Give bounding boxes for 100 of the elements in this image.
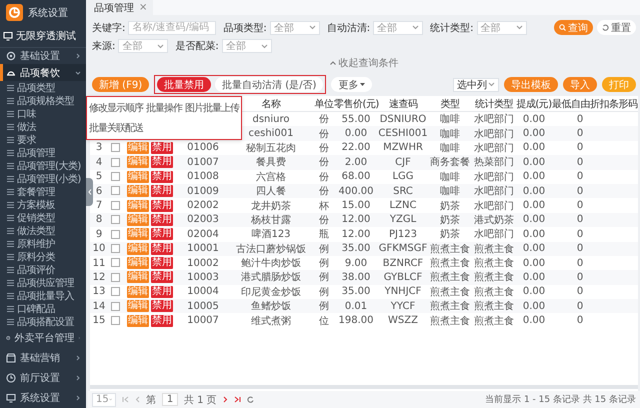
disable-button[interactable]: 禁用 xyxy=(151,300,173,312)
first-page-icon[interactable] xyxy=(122,396,129,403)
disable-button[interactable]: 禁用 xyxy=(151,170,173,183)
disable-button[interactable]: 禁用 xyxy=(151,242,173,255)
sidebar-subitem[interactable]: 品项类型 xyxy=(0,81,86,94)
reset-button[interactable]: 重置 xyxy=(597,20,636,35)
row-checkbox[interactable] xyxy=(110,316,120,325)
column-select[interactable]: 选中列 xyxy=(453,78,499,92)
toolbar-button[interactable]: 导出模板 xyxy=(504,77,558,92)
previous-page-icon[interactable] xyxy=(135,396,140,403)
row-checkbox[interactable] xyxy=(110,258,120,268)
row-checkbox[interactable] xyxy=(110,143,120,152)
disable-button[interactable]: 禁用 xyxy=(151,142,173,154)
disable-button[interactable]: 禁用 xyxy=(151,314,173,327)
disable-button[interactable]: 禁用 xyxy=(151,156,173,168)
disable-button[interactable]: 禁用 xyxy=(151,185,173,198)
filter-select[interactable]: 全部 xyxy=(222,39,272,53)
sidebar-subitem[interactable]: 口碑配品 xyxy=(0,302,86,315)
row-checkbox[interactable] xyxy=(110,302,120,311)
sidebar-subitem[interactable]: 做法 xyxy=(0,120,86,133)
page-tab[interactable]: 品项管理 × xyxy=(88,0,154,15)
collapse-link[interactable]: 收起查询条件 xyxy=(330,55,398,73)
toolbar-button[interactable]: 导入 xyxy=(563,77,597,92)
store-name: 无限穿透测试 xyxy=(16,30,76,44)
sidebar-subitem[interactable]: 品项管理 xyxy=(0,146,86,159)
row-checkbox[interactable] xyxy=(110,172,120,182)
sidebar-subitem[interactable]: 品项搭配设置 xyxy=(0,315,86,328)
sidebar-subitem[interactable]: 促销类型 xyxy=(0,211,86,224)
row-checkbox[interactable] xyxy=(110,186,120,196)
list-icon xyxy=(7,228,14,234)
sidebar-subitem[interactable]: 要求 xyxy=(0,133,86,146)
sidebar-item[interactable]: 品项餐饮 xyxy=(0,64,86,81)
menu-item[interactable]: 图片批量上传 xyxy=(185,101,239,115)
edit-button[interactable]: 编辑 xyxy=(127,228,149,240)
table-cell: 0.00 xyxy=(522,286,546,298)
sidebar-subitem[interactable]: 原料分类 xyxy=(0,250,86,263)
sidebar-subitem[interactable]: 品项供应管理 xyxy=(0,276,86,289)
refresh-icon[interactable] xyxy=(246,396,254,403)
disable-button[interactable]: 禁用 xyxy=(151,214,173,226)
sidebar-subitem[interactable]: 品项管理(小类) xyxy=(0,172,86,185)
last-page-icon[interactable] xyxy=(234,396,241,403)
menu-item[interactable]: 修改显示顺序 xyxy=(89,101,143,115)
disable-button[interactable]: 禁用 xyxy=(151,257,173,270)
menu-item[interactable]: 批量关联配送 xyxy=(89,121,143,135)
row-checkbox[interactable] xyxy=(110,215,120,224)
keyword-field[interactable]: 名称/速查码/编码 xyxy=(128,20,216,34)
sidebar-subitem[interactable]: 做法类型 xyxy=(0,224,86,237)
sidebar-subitem[interactable]: 品项评价 xyxy=(0,263,86,276)
disable-button[interactable]: 禁用 xyxy=(151,228,173,240)
batch-disable-button[interactable]: 批量禁用 xyxy=(157,77,212,92)
sidebar-subitem[interactable]: 原料维护 xyxy=(0,237,86,250)
sidebar-subitem[interactable]: 套餐管理 xyxy=(0,185,86,198)
sidebar-subitem[interactable]: 口味 xyxy=(0,107,86,120)
page-size-select[interactable]: 15 xyxy=(92,392,116,406)
menu-item[interactable]: 批量操作 xyxy=(146,101,182,115)
sidebar-item[interactable]: 基础设置 xyxy=(0,48,86,64)
sidebar-item[interactable]: 外卖平台管理 xyxy=(0,328,86,348)
edit-button[interactable]: 编辑 xyxy=(127,214,149,226)
edit-button[interactable]: 编辑 xyxy=(127,286,149,298)
page-field[interactable]: 1 xyxy=(162,393,178,406)
sidebar-item[interactable]: 前厅设置 xyxy=(0,368,86,388)
search-button[interactable]: 查询 xyxy=(554,20,593,35)
filter-select[interactable]: 全部 xyxy=(476,20,526,34)
edit-button[interactable]: 编辑 xyxy=(127,170,149,183)
disable-button[interactable]: 禁用 xyxy=(151,200,173,212)
edit-button[interactable]: 编辑 xyxy=(127,200,149,212)
caret-icon xyxy=(488,82,495,87)
sidebar-item[interactable]: 基础营销 xyxy=(0,348,86,368)
disable-button[interactable]: 禁用 xyxy=(151,286,173,298)
edit-button[interactable]: 编辑 xyxy=(127,242,149,255)
sidebar-subitem[interactable]: 方案模板 xyxy=(0,198,86,211)
sidebar-item[interactable]: 系统设置 xyxy=(0,388,86,408)
row-checkbox[interactable] xyxy=(110,200,120,210)
edit-button[interactable]: 编辑 xyxy=(127,185,149,198)
edit-button[interactable]: 编辑 xyxy=(127,156,149,168)
edit-button[interactable]: 编辑 xyxy=(127,271,149,284)
batch-soldout-button[interactable]: 批量自动沽清 (是/否) xyxy=(215,77,324,92)
row-checkbox[interactable] xyxy=(110,272,120,282)
close-icon[interactable]: × xyxy=(139,2,148,13)
edit-button[interactable]: 编辑 xyxy=(127,142,149,154)
column-header: 最低自由折扣 xyxy=(552,96,608,112)
filter-select[interactable]: 全部 xyxy=(373,20,424,34)
sidebar-subitem[interactable]: 品项批量导入 xyxy=(0,289,86,302)
add-button[interactable]: 新增 (F9) xyxy=(92,77,150,92)
row-checkbox[interactable] xyxy=(110,230,120,239)
sidebar-subitem[interactable]: 品项管理(大类) xyxy=(0,159,86,172)
disable-button[interactable]: 禁用 xyxy=(151,271,173,284)
edit-button[interactable]: 编辑 xyxy=(127,314,149,327)
next-page-icon[interactable] xyxy=(222,396,228,403)
row-checkbox[interactable] xyxy=(110,158,120,167)
collapse-handle[interactable] xyxy=(86,178,93,206)
filter-select[interactable]: 全部 xyxy=(118,39,168,53)
row-checkbox[interactable] xyxy=(110,244,120,253)
sidebar-subitem[interactable]: 品项规格类型 xyxy=(0,94,86,107)
row-checkbox[interactable] xyxy=(110,287,120,296)
more-button[interactable]: 更多 xyxy=(331,77,372,92)
edit-button[interactable]: 编辑 xyxy=(127,257,149,270)
filter-select[interactable]: 全部 xyxy=(270,20,320,34)
edit-button[interactable]: 编辑 xyxy=(127,300,149,312)
table-cell: 0 xyxy=(576,186,584,197)
